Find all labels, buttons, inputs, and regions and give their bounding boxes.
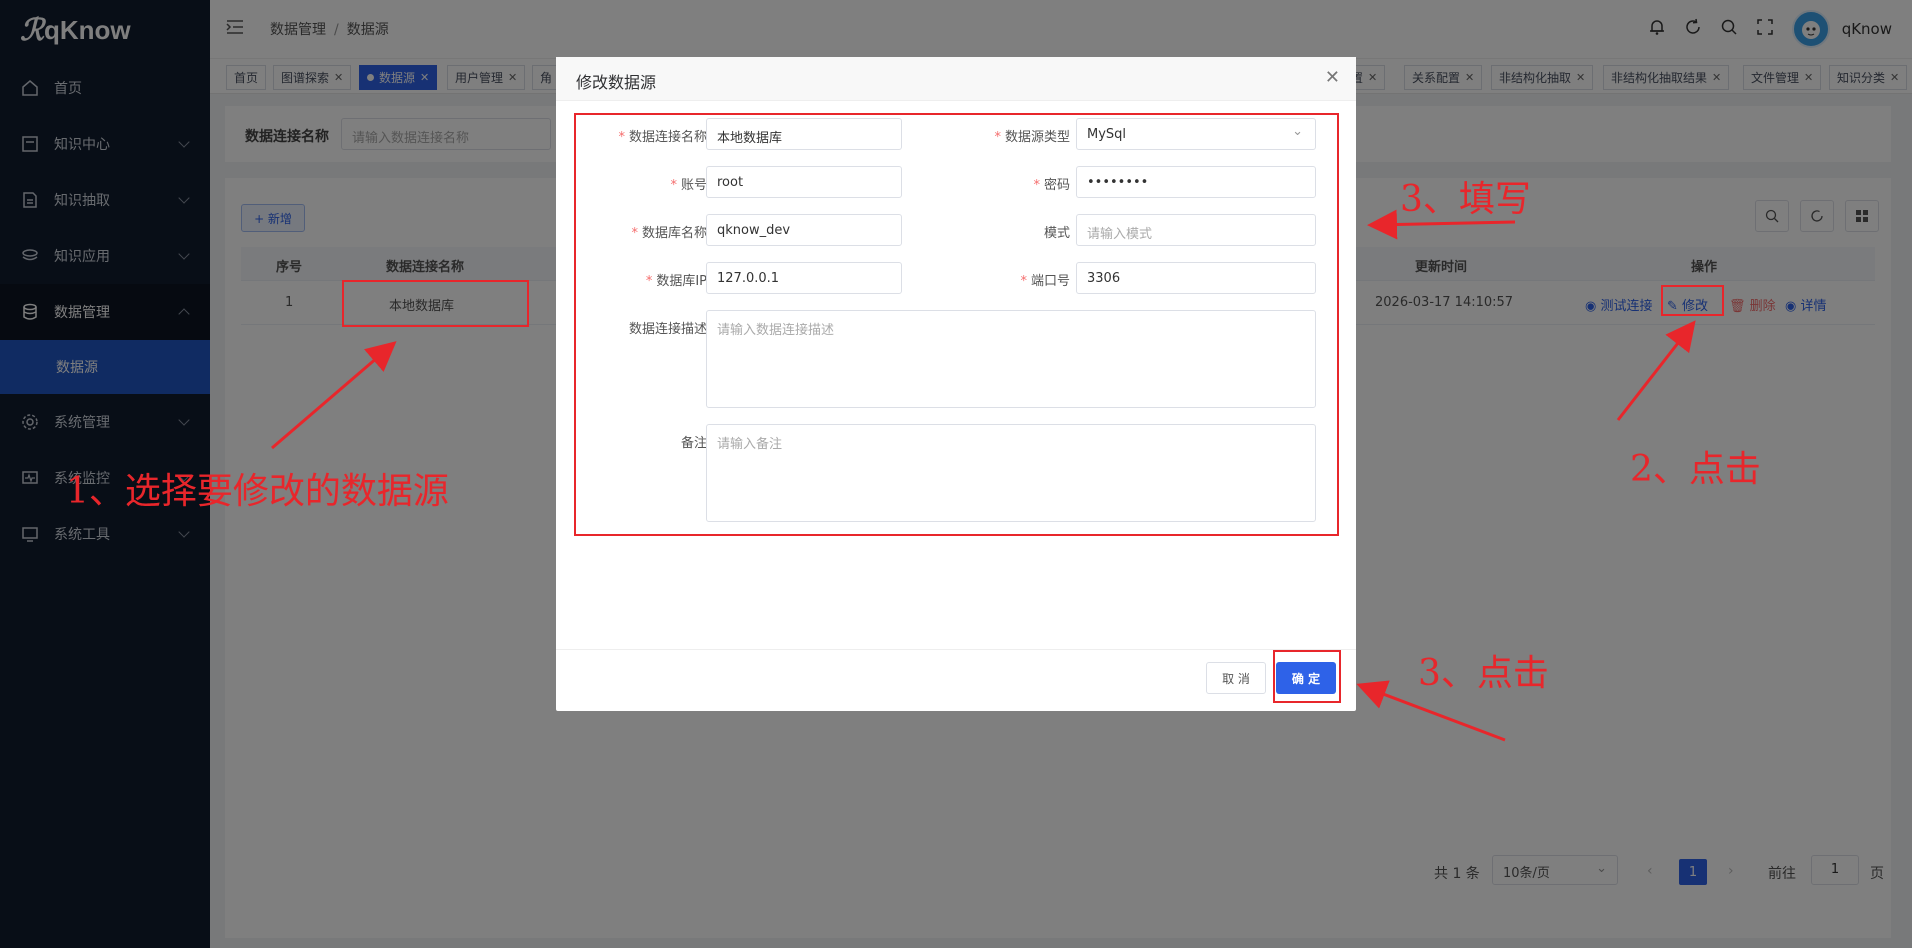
annotation-arrows (271, 209, 1696, 742)
arrow-step1 (271, 341, 397, 450)
arrow-step2 (1616, 320, 1696, 421)
arrow-step3-click (1356, 680, 1506, 742)
arrow-step3-fill (1367, 209, 1516, 240)
